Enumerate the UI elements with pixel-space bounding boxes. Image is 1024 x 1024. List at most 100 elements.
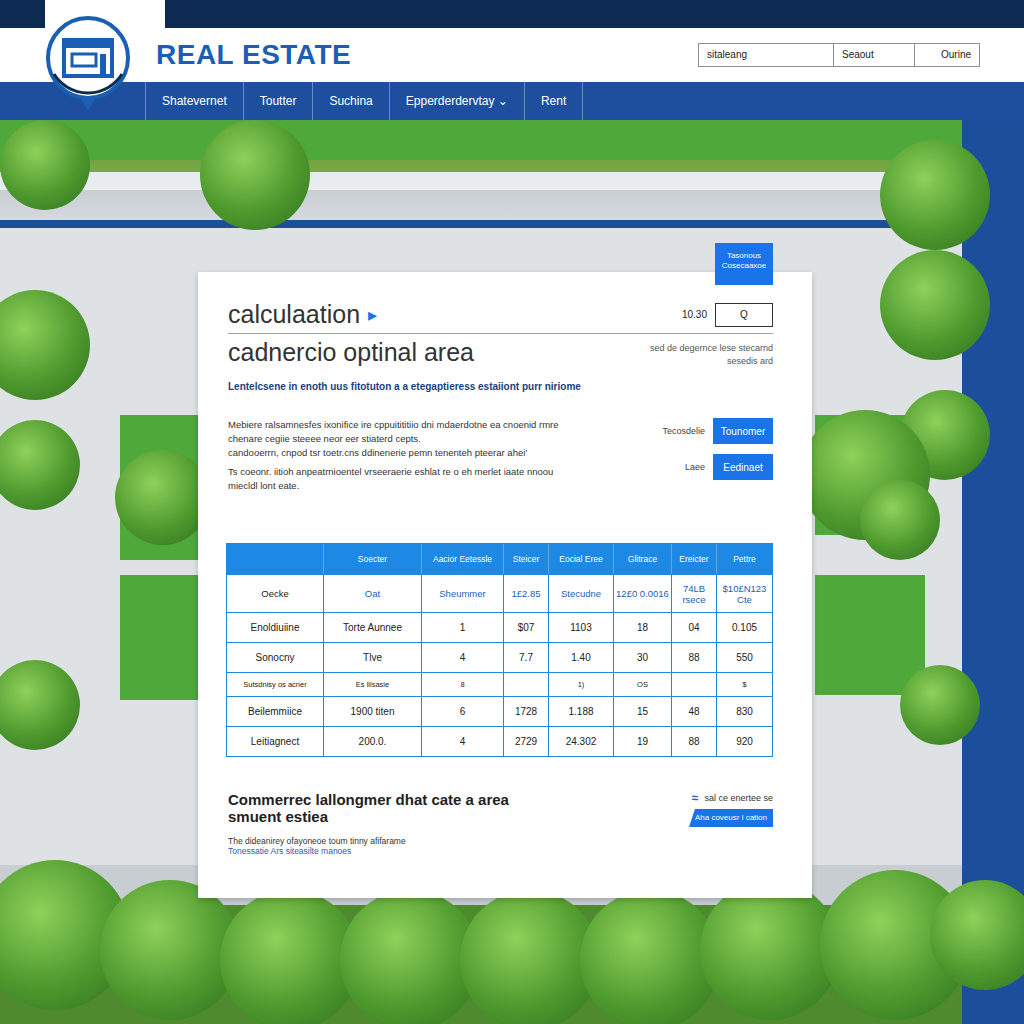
footer-right: ≈ sal ce enertee se Aha coveusr l cation — [689, 791, 773, 856]
table-row[interactable]: Leitiagnect200.0.4272924.3021988920 — [227, 726, 772, 756]
action-button[interactable]: Tounomer — [713, 418, 773, 444]
nav-item[interactable]: Epperderdervtay ⌄ — [389, 82, 524, 120]
table-cell: 8 — [421, 673, 503, 696]
description-line: candooerrn, cnpod tsr toetr.cns ddinener… — [228, 446, 608, 460]
tree — [0, 660, 80, 750]
table-cell: 200.0. — [323, 727, 421, 756]
nav-item[interactable]: Rent — [524, 82, 583, 120]
table-cell: 1 — [421, 613, 503, 642]
table-cell: 1900 titen — [323, 697, 421, 726]
table-cell: Torte Aunnee — [323, 613, 421, 642]
tree — [340, 890, 480, 1024]
subheader-cell: $10£N123 Cte — [716, 575, 772, 612]
column-header[interactable] — [227, 544, 323, 574]
table-cell: Sutsdnisy os acner — [227, 673, 323, 696]
description-line: miecldl lont eate. — [228, 479, 608, 493]
description-line: chenare cegiie steeee neor eer stiaterd … — [228, 432, 608, 446]
house-logo-icon[interactable] — [44, 14, 132, 112]
table-row[interactable]: Sutsdnisy os acnerEs lilsasie81)OS$ — [227, 672, 772, 696]
nav-item[interactable]: Shatevernet — [145, 82, 243, 120]
action-label: Laee — [685, 462, 705, 472]
table-cell: 30 — [613, 643, 671, 672]
subheader-cell: Oat — [323, 575, 421, 612]
side-note: sed de degernce lese stecarnd sesedis ar… — [638, 342, 773, 367]
table-cell: 7.7 — [503, 643, 548, 672]
tree — [220, 890, 360, 1024]
column-header[interactable]: Soecter — [323, 544, 421, 574]
column-header[interactable]: Pettre — [716, 544, 772, 574]
note-icon: ≈ — [692, 791, 699, 805]
subheader-cell: 74LB rsece — [671, 575, 716, 612]
footer-left: Commerrec lallongmer dhat cate a areasmu… — [228, 791, 509, 856]
actions: Tecosdelie Tounomer Laee Eedinaet — [662, 418, 773, 493]
tree — [100, 880, 240, 1020]
table-cell: 88 — [671, 643, 716, 672]
footer-link[interactable]: Tonessatie Ars siteasilte manoes — [228, 846, 509, 856]
table-cell: Beilemmiice — [227, 697, 323, 726]
column-header[interactable]: Glitrace — [613, 544, 671, 574]
tree — [880, 250, 990, 360]
aerial-photo: Tasonous Cosecaaxoecalculaation▸10.30Qca… — [0, 120, 1024, 1024]
table-cell: Sonocny — [227, 643, 323, 672]
brand-name[interactable]: REAL ESTATE — [156, 39, 351, 71]
table-cell: 1) — [548, 673, 613, 696]
value-box: 10.30Q — [682, 303, 773, 327]
table-cell: 48 — [671, 697, 716, 726]
card-title: calculaation ▸ — [228, 300, 377, 329]
header-link[interactable]: sitaleang — [699, 44, 833, 66]
action-label: Tecosdelie — [662, 426, 705, 436]
table-cell: 550 — [716, 643, 772, 672]
table-cell: 4 — [421, 643, 503, 672]
table-row[interactable]: EnoldiuiineTorte Aunnee1$07110318040.105 — [227, 612, 772, 642]
tree — [580, 890, 720, 1024]
action-button[interactable]: Eedinaet — [713, 454, 773, 480]
description: Mebiere ralsamnesfes ixonifice ire cppui… — [228, 418, 608, 493]
footer-title-line: smuent estiea — [228, 808, 509, 825]
header-link[interactable]: Seaout — [833, 44, 914, 66]
title-row: calculaation ▸ 10.30Q — [228, 300, 773, 334]
card-subtitle: cadnercio optinal area — [228, 338, 474, 367]
table-cell — [671, 673, 716, 696]
table-cell: 1103 — [548, 613, 613, 642]
title-text: calculaation — [228, 300, 360, 329]
footer-title-line: Commerrec lallongmer dhat cate a area — [228, 791, 509, 808]
nav-item[interactable]: Suchina — [312, 82, 388, 120]
table-cell: 1728 — [503, 697, 548, 726]
subtitle-row: cadnercio optinal area sed de degernce le… — [228, 338, 773, 367]
table-row[interactable]: SonocnyTlve47.71.403088550 — [227, 642, 772, 672]
table-cell: 920 — [716, 727, 772, 756]
description-line: Ts coeonr. iitioh anpeatrnioentel vrseer… — [228, 465, 608, 479]
data-table: SoecterAacior EetessleSteicerEocial Eree… — [226, 543, 773, 757]
tree — [200, 120, 310, 230]
tree — [0, 120, 90, 210]
tree — [900, 665, 980, 745]
table-cell: 0.105 — [716, 613, 772, 642]
table-cell: OS — [613, 673, 671, 696]
search-button[interactable]: Q — [715, 303, 773, 327]
header-link[interactable]: Ourine — [914, 44, 979, 66]
table-cell: 24.302 — [548, 727, 613, 756]
subheader-cell: 12£0 0.0016 — [613, 575, 671, 612]
tree — [115, 450, 210, 545]
column-header[interactable]: Aacior Eetessle — [421, 544, 503, 574]
tree — [860, 480, 940, 560]
subheader-cell: Oecke — [227, 575, 323, 612]
table-cell: 04 — [671, 613, 716, 642]
column-header[interactable]: Ereicter — [671, 544, 716, 574]
tree — [700, 880, 840, 1020]
corner-badge[interactable]: Tasonous Cosecaaxoe — [715, 243, 773, 285]
nav-item[interactable]: Toutter — [243, 82, 313, 120]
caret-icon[interactable]: ▸ — [368, 304, 377, 326]
table-cell: $ — [716, 673, 772, 696]
column-header[interactable]: Eocial Eree — [548, 544, 613, 574]
table-cell: 1.188 — [548, 697, 613, 726]
top-bar — [0, 0, 1024, 28]
table-cell: Tlve — [323, 643, 421, 672]
location-badge[interactable]: Aha coveusr l cation — [689, 809, 773, 827]
note-text: sal ce enertee se — [704, 793, 773, 803]
table-cell: 15 — [613, 697, 671, 726]
table-cell: 830 — [716, 697, 772, 726]
column-header[interactable]: Steicer — [503, 544, 548, 574]
table-row[interactable]: Beilemmiice1900 titen617281.1881548830 — [227, 696, 772, 726]
table-cell: 2729 — [503, 727, 548, 756]
